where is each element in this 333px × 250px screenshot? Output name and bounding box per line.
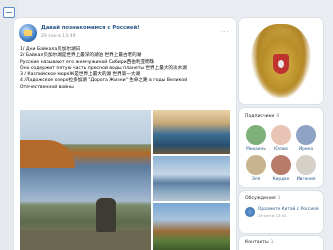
ground-shape bbox=[20, 230, 151, 250]
discussions-header[interactable]: Обсуждения 1 bbox=[245, 196, 281, 201]
subscriber-item[interactable]: Кирдан bbox=[268, 155, 294, 185]
contacts-block: Контакты 1 bbox=[239, 236, 323, 250]
avatar bbox=[296, 155, 316, 175]
photo-lake-sunset[interactable] bbox=[153, 110, 230, 154]
group-cover bbox=[239, 18, 323, 104]
photo-grid bbox=[20, 110, 230, 250]
avatar bbox=[271, 155, 291, 175]
subscribers-header[interactable]: Подписчики 6 bbox=[245, 114, 279, 119]
subscribers-block: Подписчики 6 Михаиль Юлию Ирина Эля Кирда… bbox=[239, 108, 323, 187]
menu-icon[interactable] bbox=[3, 7, 15, 18]
subscriber-name: Кирдан bbox=[272, 177, 290, 182]
avatar bbox=[296, 125, 316, 145]
subscriber-name: Эля bbox=[251, 177, 261, 182]
discussion-title: Оразмите Китай с Россией bbox=[258, 207, 319, 212]
subscriber-item[interactable]: Ивгения bbox=[293, 155, 319, 185]
group-name-link[interactable]: Давай познакомимся с Россией! bbox=[41, 25, 140, 31]
post-date[interactable]: 29 сен в 13:49 bbox=[41, 34, 76, 39]
wall-post: Давай познакомимся с Россией! 29 сен в 1… bbox=[14, 18, 236, 250]
subscriber-item[interactable]: Михаиль bbox=[243, 125, 269, 155]
discussions-count: 1 bbox=[277, 196, 281, 201]
photo-main-river-statue[interactable] bbox=[20, 110, 151, 250]
subscribers-count: 6 bbox=[276, 114, 280, 119]
subscriber-name: Михаиль bbox=[246, 147, 266, 152]
cliff-shape bbox=[20, 140, 75, 168]
avatar bbox=[271, 125, 291, 145]
avatar bbox=[246, 155, 266, 175]
discussions-block: Обсуждения 1 Оразмите Китай с Россией 29 … bbox=[239, 191, 323, 233]
discussion-item[interactable]: Оразмите Китай с Россией 29 сен в 13:41 bbox=[245, 207, 321, 219]
statue-shape bbox=[96, 198, 116, 232]
contacts-title: Контакты bbox=[245, 240, 269, 245]
subscriber-name: Юлию bbox=[274, 147, 288, 152]
photo-lake-rocks[interactable] bbox=[153, 203, 230, 250]
photo-lake-sky[interactable] bbox=[153, 156, 230, 201]
avatar bbox=[246, 125, 266, 145]
group-avatar[interactable] bbox=[19, 24, 37, 42]
ellipsis-icon[interactable]: ··· bbox=[221, 28, 229, 36]
discussions-title: Обсуждения bbox=[245, 196, 276, 201]
discussion-icon bbox=[245, 207, 255, 217]
subscriber-name: Ивгения bbox=[296, 177, 316, 182]
coat-of-arms-emblem bbox=[251, 24, 311, 98]
post-text: 1/ Дни Байкала贝加尔湖日 2/ Байкал贝加尔湖是世界上最深的… bbox=[20, 47, 230, 91]
subscriber-name: Ирина bbox=[298, 147, 314, 152]
subscriber-item[interactable]: Ирина bbox=[293, 125, 319, 155]
subscriber-item[interactable]: Юлию bbox=[268, 125, 294, 155]
contacts-count: 1 bbox=[270, 240, 274, 245]
subscriber-item[interactable]: Эля bbox=[243, 155, 269, 185]
post-header: Давай познакомимся с Россией! 29 сен в 1… bbox=[19, 24, 231, 42]
contacts-header[interactable]: Контакты 1 bbox=[245, 240, 274, 245]
post-text-line: Отечественной войны bbox=[20, 84, 74, 90]
discussion-date: 29 сен в 13:41 bbox=[258, 213, 287, 218]
subscribers-title: Подписчики bbox=[245, 114, 275, 119]
